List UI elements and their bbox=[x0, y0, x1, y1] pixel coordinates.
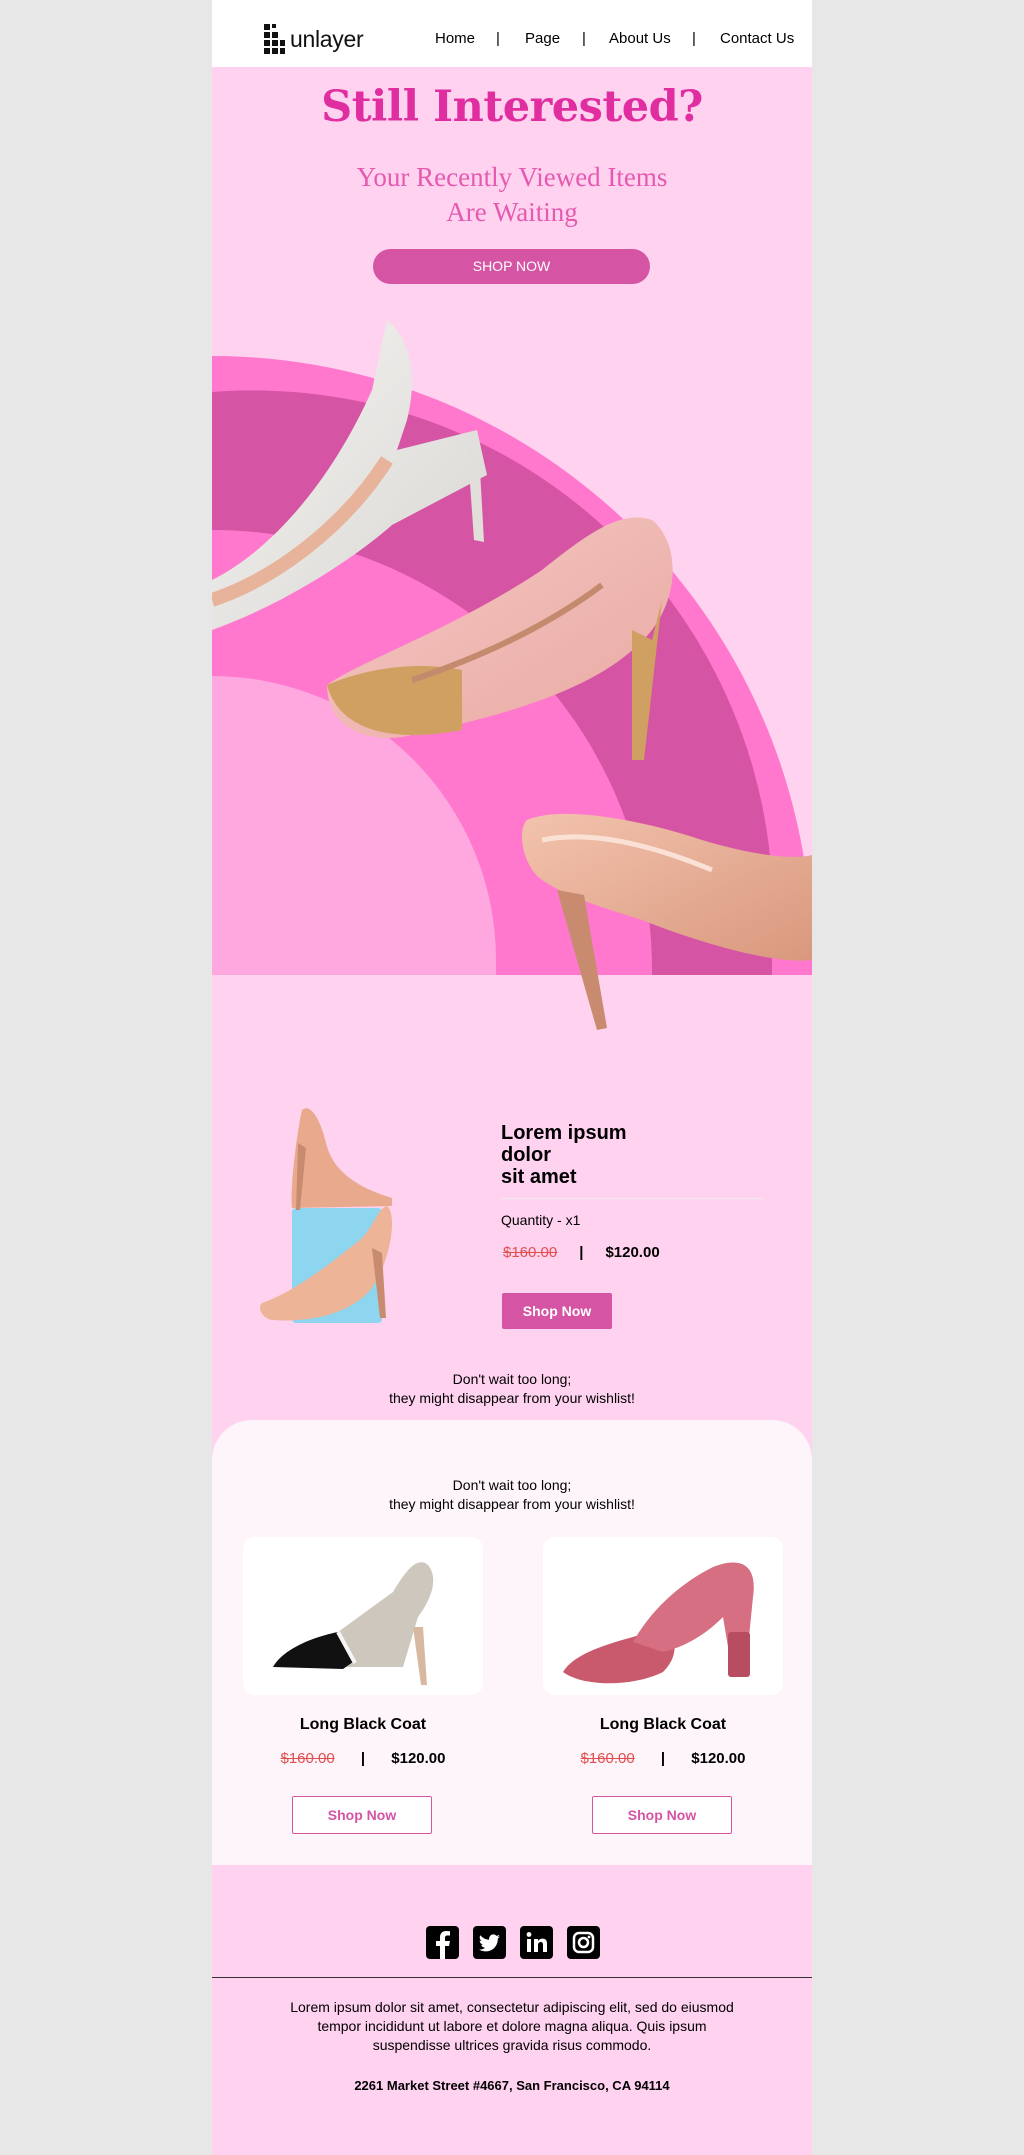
nav-page[interactable]: Page bbox=[525, 30, 560, 47]
product-title: Lorem ipsum dolor sit amet bbox=[501, 1122, 701, 1188]
related-message-line: Don't wait too long; bbox=[452, 1477, 572, 1493]
nav-contact-us[interactable]: Contact Us bbox=[720, 30, 794, 47]
email-container: unlayer Home | Page | About Us | Contact… bbox=[212, 0, 812, 2155]
twitter-icon[interactable] bbox=[473, 1926, 506, 1959]
footer-divider bbox=[212, 1977, 812, 1978]
price-separator: | bbox=[360, 1750, 366, 1767]
related-product-price: $160.00 | $120.00 bbox=[543, 1750, 783, 1767]
instagram-icon[interactable] bbox=[567, 1926, 600, 1959]
linkedin-icon[interactable] bbox=[520, 1926, 553, 1959]
hero-subtitle-line: Your Recently Viewed Items bbox=[356, 162, 668, 192]
logo[interactable]: unlayer bbox=[264, 22, 364, 56]
footer-text-line: tempor incididunt ut labore et dolore ma… bbox=[317, 2018, 707, 2034]
new-price: $120.00 bbox=[605, 1244, 660, 1261]
header: unlayer Home | Page | About Us | Contact… bbox=[212, 0, 812, 67]
related-message-line: they might disappear from your wishlist! bbox=[389, 1496, 635, 1512]
wait-message-line: they might disappear from your wishlist! bbox=[389, 1390, 635, 1406]
old-price: $160.00 bbox=[580, 1750, 635, 1767]
related-product-image[interactable] bbox=[243, 1537, 483, 1695]
logo-icon bbox=[264, 24, 286, 54]
nav-about-us[interactable]: About Us bbox=[609, 30, 671, 47]
related-product-title: Long Black Coat bbox=[299, 1716, 427, 1733]
new-price: $120.00 bbox=[691, 1750, 746, 1767]
footer-text-line: Lorem ipsum dolor sit amet, consectetur … bbox=[290, 1999, 734, 2015]
wait-message: Don't wait too long; they might disappea… bbox=[312, 1370, 712, 1408]
product-shop-now-button[interactable]: Shop Now bbox=[502, 1293, 612, 1329]
related-shop-now-button[interactable]: Shop Now bbox=[592, 1796, 732, 1834]
related-product-price: $160.00 | $120.00 bbox=[243, 1750, 483, 1767]
related-message: Don't wait too long; they might disappea… bbox=[312, 1476, 712, 1514]
footer-text: Lorem ipsum dolor sit amet, consectetur … bbox=[277, 1998, 747, 2055]
nav-separator: | bbox=[582, 30, 586, 47]
logo-text: unlayer bbox=[290, 25, 364, 52]
product-price: $160.00 | $120.00 bbox=[503, 1244, 660, 1261]
footer-address: 2261 Market Street #4667, San Francisco,… bbox=[354, 2078, 670, 2093]
related-product-image[interactable] bbox=[543, 1537, 783, 1695]
wait-message-line: Don't wait too long; bbox=[452, 1371, 572, 1387]
hero-shoes-image bbox=[212, 320, 812, 1030]
hero-subtitle: Your Recently Viewed Items Are Waiting bbox=[332, 160, 692, 230]
divider bbox=[501, 1198, 763, 1199]
facebook-icon[interactable] bbox=[426, 1926, 459, 1959]
product-title-line: dolor bbox=[501, 1144, 551, 1166]
old-price: $160.00 bbox=[280, 1750, 335, 1767]
old-price: $160.00 bbox=[503, 1244, 558, 1261]
shop-now-button[interactable]: SHOP NOW bbox=[373, 249, 650, 284]
product-quantity: Quantity - x1 bbox=[501, 1212, 581, 1228]
related-product-title: Long Black Coat bbox=[599, 1716, 727, 1733]
nav-separator: | bbox=[496, 30, 500, 47]
new-price: $120.00 bbox=[391, 1750, 446, 1767]
nav-separator: | bbox=[692, 30, 696, 47]
hero-subtitle-line: Are Waiting bbox=[446, 197, 578, 227]
price-separator: | bbox=[660, 1750, 666, 1767]
product-title-line: Lorem ipsum bbox=[501, 1122, 627, 1144]
footer-text-line: suspendisse ultrices gravida risus commo… bbox=[372, 2037, 652, 2053]
price-separator: | bbox=[579, 1244, 584, 1261]
product-title-line: sit amet bbox=[501, 1166, 577, 1188]
related-shop-now-button[interactable]: Shop Now bbox=[292, 1796, 432, 1834]
product-image bbox=[260, 1108, 392, 1323]
hero-title: Still Interested? bbox=[321, 82, 703, 132]
nav-home[interactable]: Home bbox=[435, 30, 475, 47]
